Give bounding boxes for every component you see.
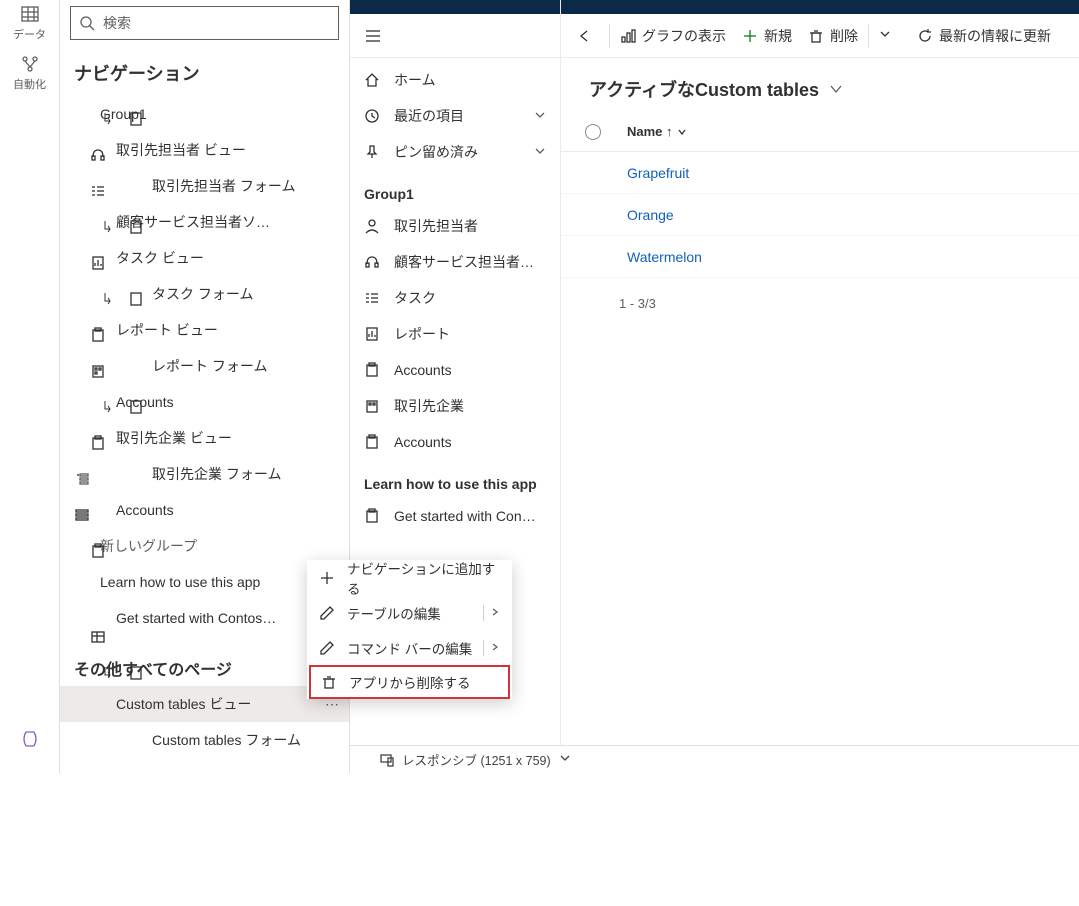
- hamburger-icon: [364, 27, 382, 45]
- chevron-down-icon: [829, 82, 843, 96]
- nav-heading: ナビゲーション: [60, 46, 349, 96]
- page-icon: [128, 466, 144, 482]
- table-row[interactable]: Grapefruit: [561, 152, 1079, 194]
- flow-icon: [20, 54, 40, 74]
- cm-remove[interactable]: アプリから削除する: [309, 665, 510, 699]
- back-icon: [577, 28, 593, 44]
- record-link[interactable]: Orange: [627, 207, 674, 223]
- person-icon: [364, 218, 380, 234]
- sub-icon: [102, 732, 118, 748]
- grid-footer: 1 - 3/3: [561, 278, 1079, 329]
- cm-edit-table[interactable]: テーブルの編集: [307, 595, 512, 630]
- chart-icon: [620, 28, 636, 44]
- search-icon: [79, 15, 95, 31]
- sm-csr[interactable]: 顧客サービス担当者…: [350, 244, 560, 280]
- new-button[interactable]: 新規: [734, 14, 800, 57]
- plus-icon: [319, 570, 335, 586]
- sm-pinned[interactable]: ピン留め済み: [350, 134, 560, 170]
- group-icon: [74, 574, 90, 590]
- nav-item-accounts2[interactable]: Accounts: [60, 492, 349, 528]
- sm-get-started[interactable]: Get started with Con…: [350, 498, 560, 534]
- show-chart-button[interactable]: グラフの表示: [612, 14, 734, 57]
- search-input[interactable]: 検索: [70, 6, 339, 40]
- page-icon: [128, 732, 144, 748]
- chevron-right-icon[interactable]: [490, 640, 500, 655]
- clipboard-icon: [90, 502, 106, 518]
- command-bar: グラフの表示 新規 削除 最新の情報に更新: [561, 14, 1079, 58]
- refresh-icon: [917, 28, 933, 44]
- clipboard-icon: [364, 508, 380, 524]
- view-title[interactable]: アクティブなCustom tables: [561, 58, 1079, 112]
- sm-learn-header: Learn how to use this app: [350, 460, 560, 498]
- chevron-down-icon: [879, 28, 895, 44]
- sm-recent[interactable]: 最近の項目: [350, 98, 560, 134]
- trash-icon: [321, 674, 337, 690]
- hamburger-button[interactable]: [350, 14, 560, 58]
- sm-home[interactable]: ホーム: [350, 62, 560, 98]
- cm-edit-cmd[interactable]: コマンド バーの編集: [307, 630, 512, 665]
- clipboard-icon: [90, 610, 106, 626]
- rail-automation-label: 自動化: [13, 76, 46, 92]
- pencil-icon: [319, 605, 335, 621]
- group-icon: [74, 106, 90, 122]
- sm-accounts1[interactable]: Accounts: [350, 352, 560, 388]
- sm-account[interactable]: 取引先企業: [350, 388, 560, 424]
- sm-report[interactable]: レポート: [350, 316, 560, 352]
- sm-group1-header: Group1: [350, 170, 560, 208]
- grid-body: Grapefruit Orange Watermelon: [561, 152, 1079, 278]
- pin-icon: [364, 144, 380, 160]
- chevron-down-icon: [534, 144, 546, 160]
- col-name[interactable]: Name ↑: [627, 124, 687, 139]
- delete-chevron[interactable]: [871, 14, 909, 57]
- table-icon: [20, 4, 40, 24]
- sm-contact[interactable]: 取引先担当者: [350, 208, 560, 244]
- clipboard-icon: [364, 434, 380, 450]
- content-area: グラフの表示 新規 削除 最新の情報に更新 アクティブなCustom table…: [560, 0, 1079, 773]
- pencil-icon: [319, 640, 335, 656]
- rail-data-label: データ: [13, 26, 46, 42]
- nav-custom-form[interactable]: Custom tables フォーム: [60, 722, 349, 758]
- record-link[interactable]: Grapefruit: [627, 165, 689, 181]
- sm-accounts2[interactable]: Accounts: [350, 424, 560, 460]
- report-icon: [364, 326, 380, 342]
- table-row[interactable]: Orange: [561, 194, 1079, 236]
- headset-icon: [364, 254, 380, 270]
- trash-icon: [808, 28, 824, 44]
- delete-button[interactable]: 削除: [800, 14, 866, 57]
- rail-copilot[interactable]: [20, 729, 40, 751]
- chevron-down-icon: [677, 127, 687, 137]
- table-row[interactable]: Watermelon: [561, 236, 1079, 278]
- select-all[interactable]: [585, 124, 611, 140]
- refresh-button[interactable]: 最新の情報に更新: [909, 14, 1059, 57]
- rail-data[interactable]: データ: [13, 4, 46, 42]
- clipboard-icon: [364, 362, 380, 378]
- page-icon: [128, 358, 144, 374]
- record-link[interactable]: Watermelon: [627, 249, 702, 265]
- grid-header: Name ↑: [561, 112, 1079, 152]
- sm-task[interactable]: タスク: [350, 280, 560, 316]
- status-bar: レスポンシブ (1251 x 759): [350, 745, 1079, 773]
- chevron-down-icon: [534, 108, 546, 124]
- task-icon: [364, 290, 380, 306]
- status-text: レスポンシブ (1251 x 759): [402, 750, 551, 769]
- back-button[interactable]: [569, 14, 607, 57]
- chevron-right-icon[interactable]: [490, 605, 500, 620]
- copilot-icon: [20, 729, 40, 749]
- rail-automation[interactable]: 自動化: [13, 54, 46, 92]
- context-menu: ナビゲーションに追加する テーブルの編集 コマンド バーの編集 アプリから削除す…: [307, 560, 512, 699]
- plus-icon: [742, 28, 758, 44]
- home-icon: [364, 72, 380, 88]
- search-placeholder: 検索: [103, 13, 131, 33]
- page-icon: [128, 178, 144, 194]
- cm-add-nav[interactable]: ナビゲーションに追加する: [307, 560, 512, 595]
- building-icon: [364, 398, 380, 414]
- app-rail: データ 自動化: [0, 0, 60, 773]
- clock-icon: [364, 108, 380, 124]
- responsive-icon: [380, 753, 394, 767]
- chevron-down-icon[interactable]: [559, 752, 571, 767]
